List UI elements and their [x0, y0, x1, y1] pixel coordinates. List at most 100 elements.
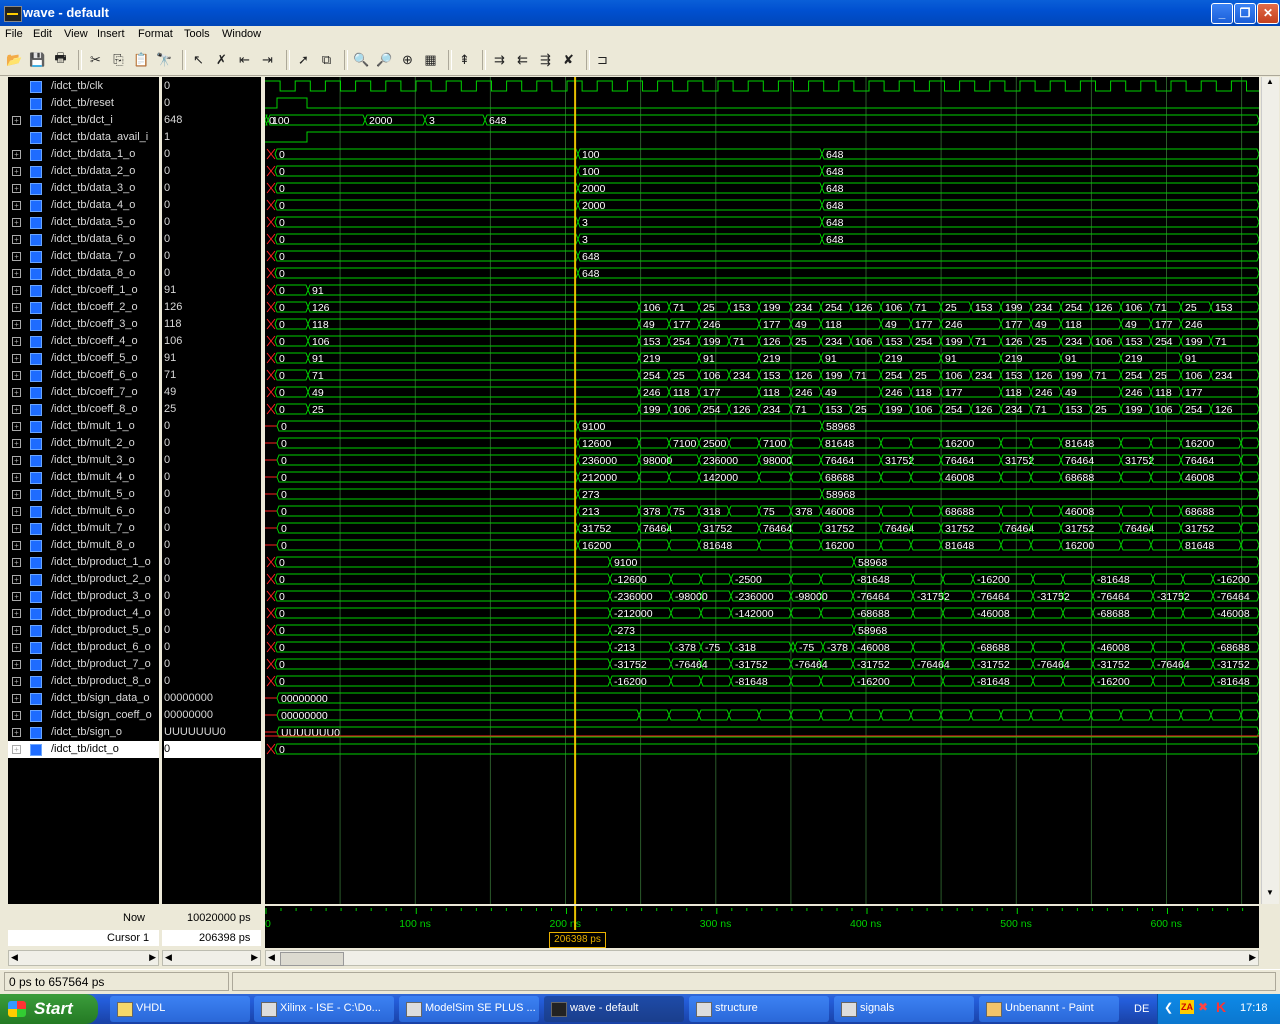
- signal-row[interactable]: + /idct_tb/mult_3_o: [8, 452, 159, 469]
- expand-icon[interactable]: +: [12, 388, 21, 397]
- signal-row[interactable]: /idct_tb/reset: [8, 95, 159, 112]
- task-vhdl[interactable]: VHDL: [110, 996, 250, 1022]
- signal-row[interactable]: + /idct_tb/product_3_o: [8, 588, 159, 605]
- expand-icon[interactable]: +: [12, 252, 21, 261]
- menu-insert[interactable]: Insert: [97, 28, 125, 40]
- zoom-mode-icon[interactable]: ⧉: [318, 51, 335, 68]
- zoom-icon[interactable]: ⇥: [259, 51, 276, 68]
- signal-row[interactable]: + /idct_tb/data_1_o: [8, 146, 159, 163]
- zoom-full-icon[interactable]: ⊕: [399, 51, 416, 68]
- save-icon[interactable]: 💾: [29, 51, 46, 68]
- names-horizontal-scrollbar[interactable]: ◀ ▶: [8, 950, 159, 966]
- time-axis[interactable]: 0 100 ns 200 ns 300 ns 400 ns 500 ns 600 ns: [265, 906, 1259, 930]
- signal-row[interactable]: + /idct_tb/mult_5_o: [8, 486, 159, 503]
- expand-icon[interactable]: +: [12, 473, 21, 482]
- open-icon[interactable]: 📂: [6, 51, 23, 68]
- expand-icon[interactable]: +: [12, 337, 21, 346]
- signal-row[interactable]: + /idct_tb/coeff_8_o: [8, 401, 159, 418]
- find-icon[interactable]: 🔭: [156, 51, 173, 68]
- signal-row[interactable]: + /idct_tb/mult_6_o: [8, 503, 159, 520]
- signal-row[interactable]: + /idct_tb/product_4_o: [8, 605, 159, 622]
- expand-icon[interactable]: +: [12, 592, 21, 601]
- next-edge-icon[interactable]: ⇉: [491, 51, 508, 68]
- copy-icon[interactable]: ⎘: [110, 51, 127, 68]
- expand-icon[interactable]: +: [12, 150, 21, 159]
- expand-icon[interactable]: +: [12, 507, 21, 516]
- signal-row[interactable]: + /idct_tb/product_6_o: [8, 639, 159, 656]
- start-button[interactable]: Start: [0, 994, 98, 1024]
- scroll-up-icon[interactable]: ▲: [1263, 77, 1277, 91]
- expand-icon[interactable]: +: [12, 660, 21, 669]
- add-cursor-icon[interactable]: ⇶: [537, 51, 554, 68]
- task-structure[interactable]: structure: [689, 996, 829, 1022]
- signal-row[interactable]: + /idct_tb/coeff_1_o: [8, 282, 159, 299]
- signal-row[interactable]: + /idct_tb/product_8_o: [8, 673, 159, 690]
- expand-icon[interactable]: +: [12, 405, 21, 414]
- expand-icon[interactable]: +: [12, 456, 21, 465]
- minimize-button[interactable]: _: [1211, 3, 1233, 24]
- expand-icon[interactable]: +: [12, 371, 21, 380]
- scroll-right-icon[interactable]: ▶: [251, 952, 258, 963]
- task-paint[interactable]: Unbenannt - Paint: [979, 996, 1119, 1022]
- expand-icon[interactable]: +: [12, 218, 21, 227]
- signal-row[interactable]: + /idct_tb/mult_2_o: [8, 435, 159, 452]
- expand-icon[interactable]: +: [12, 694, 21, 703]
- signal-row[interactable]: + /idct_tb/data_6_o: [8, 231, 159, 248]
- expand-icon[interactable]: +: [12, 609, 21, 618]
- signal-row[interactable]: + /idct_tb/coeff_4_o: [8, 333, 159, 350]
- expand-icon[interactable]: +: [12, 677, 21, 686]
- zoom-region-icon[interactable]: ▦: [422, 51, 439, 68]
- signal-row[interactable]: + /idct_tb/coeff_6_o: [8, 367, 159, 384]
- signal-row[interactable]: + /idct_tb/coeff_7_o: [8, 384, 159, 401]
- task-wave-default[interactable]: wave - default: [544, 996, 684, 1022]
- expand-icon[interactable]: +: [12, 558, 21, 567]
- expand-icon[interactable]: +: [12, 541, 21, 550]
- signal-row[interactable]: + /idct_tb/coeff_5_o: [8, 350, 159, 367]
- select-icon[interactable]: ↖: [190, 51, 207, 68]
- expand-icon[interactable]: +: [12, 643, 21, 652]
- signal-row[interactable]: + /idct_tb/product_5_o: [8, 622, 159, 639]
- scroll-right-icon[interactable]: ▶: [149, 952, 156, 963]
- close-button[interactable]: ✕: [1257, 3, 1279, 24]
- menu-edit[interactable]: Edit: [33, 28, 52, 40]
- expand-icon[interactable]: +: [12, 626, 21, 635]
- tray-arrow-icon[interactable]: ❮: [1164, 1001, 1173, 1014]
- signal-row[interactable]: + /idct_tb/dct_i: [8, 112, 159, 129]
- signal-row[interactable]: + /idct_tb/coeff_3_o: [8, 316, 159, 333]
- expand-icon[interactable]: +: [12, 728, 21, 737]
- task-modelsim[interactable]: ModelSim SE PLUS ...: [399, 996, 539, 1022]
- signal-row[interactable]: + /idct_tb/mult_1_o: [8, 418, 159, 435]
- maximize-button[interactable]: ❐: [1234, 3, 1256, 24]
- paste-icon[interactable]: 📋: [133, 51, 150, 68]
- menu-format[interactable]: Format: [138, 28, 173, 40]
- menu-view[interactable]: View: [64, 28, 88, 40]
- insert-icon[interactable]: ⇤: [236, 51, 253, 68]
- vertical-scrollbar[interactable]: ▲ ▼: [1261, 77, 1279, 904]
- tray-network-icon[interactable]: ✖: [1198, 1000, 1208, 1014]
- expand-icon[interactable]: +: [12, 711, 21, 720]
- signal-icon[interactable]: ⊐: [594, 51, 611, 68]
- expand-icon[interactable]: +: [12, 303, 21, 312]
- signal-row[interactable]: + /idct_tb/data_7_o: [8, 248, 159, 265]
- expand-icon[interactable]: +: [12, 524, 21, 533]
- signal-row[interactable]: + /idct_tb/data_5_o: [8, 214, 159, 231]
- expand-icon[interactable]: +: [12, 116, 21, 125]
- tray-antivirus-icon[interactable]: K: [1216, 999, 1226, 1015]
- menu-window[interactable]: Window: [222, 28, 261, 40]
- cursor-bar[interactable]: [265, 930, 1259, 948]
- signal-row[interactable]: /idct_tb/clk: [8, 78, 159, 95]
- signal-row[interactable]: + /idct_tb/sign_coeff_o: [8, 707, 159, 724]
- cursor-time-tag[interactable]: 206398 ps: [549, 932, 606, 948]
- signal-row[interactable]: + /idct_tb/data_8_o: [8, 265, 159, 282]
- expand-icon[interactable]: +: [12, 320, 21, 329]
- find-edge-icon[interactable]: ⇞: [456, 51, 473, 68]
- task-signals[interactable]: signals: [834, 996, 974, 1022]
- pointer-icon[interactable]: ➚: [295, 51, 312, 68]
- expand-icon[interactable]: +: [12, 269, 21, 278]
- signal-row[interactable]: + /idct_tb/product_1_o: [8, 554, 159, 571]
- expand-icon[interactable]: +: [12, 422, 21, 431]
- scroll-right-icon[interactable]: ▶: [1249, 952, 1256, 963]
- signal-row[interactable]: + /idct_tb/data_3_o: [8, 180, 159, 197]
- expand-icon[interactable]: +: [12, 575, 21, 584]
- signal-row[interactable]: /idct_tb/data_avail_i: [8, 129, 159, 146]
